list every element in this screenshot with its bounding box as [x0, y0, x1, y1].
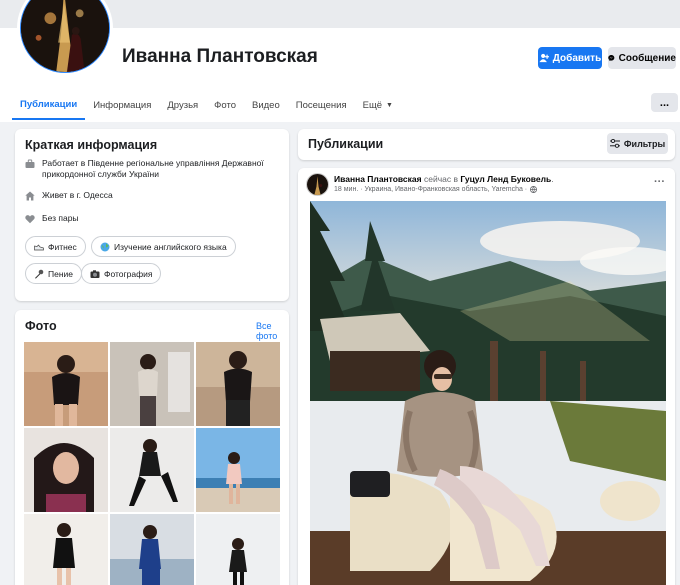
all-photos-link[interactable]: Все фото [256, 321, 289, 341]
intro-title: Краткая информация [25, 138, 158, 152]
tab-posts-label: Публикации [20, 98, 78, 110]
hobby-photography[interactable]: Фотография [81, 263, 162, 284]
hobby-label: Изучение английского языка [114, 241, 227, 252]
tab-posts[interactable]: Публикации [12, 90, 86, 120]
hobby-english[interactable]: Изучение английского языка [91, 236, 236, 257]
filters-button[interactable]: Фильтры [607, 133, 668, 154]
sliders-icon [609, 139, 620, 148]
more-options-button[interactable]: ... [651, 93, 678, 112]
message-button[interactable]: Сообщение [608, 47, 676, 69]
post-meta: 18 мин. · Украина, Ивано-Франковская обл… [334, 186, 538, 193]
work-row: Работает в Південне регіональне управлін… [25, 158, 275, 180]
post-place-suffix: . [551, 174, 554, 184]
post-header-line: Иванна Плантовская сейчас в Гуцул Ленд Б… [334, 174, 554, 184]
photo-thumbnail[interactable] [24, 428, 108, 512]
messenger-icon [608, 54, 615, 62]
hobby-fitness[interactable]: Фитнес [25, 236, 86, 257]
add-friend-button[interactable]: Добавить [538, 47, 602, 69]
microphone-icon [35, 269, 44, 279]
photo-thumbnail[interactable] [196, 428, 280, 512]
photo-thumbnail[interactable] [110, 514, 194, 585]
home-icon [25, 191, 35, 201]
profile-avatar[interactable] [17, 0, 113, 76]
post-meta-text[interactable]: 18 мин. · Украина, Ивано-Франковская обл… [334, 186, 527, 193]
profile-name: Иванна Плантовская [122, 46, 318, 67]
photo-thumbnail[interactable] [110, 428, 194, 512]
avatar-photo [21, 0, 109, 72]
camera-icon [90, 269, 100, 278]
post-menu-button[interactable]: ··· [654, 176, 665, 188]
hobby-singing[interactable]: Пение [25, 263, 83, 284]
post-action: сейчас в [421, 174, 461, 184]
lives-text: Живет в г. Одесса [42, 190, 113, 201]
post-place[interactable]: Гуцул Ленд Буковель [460, 174, 551, 184]
relationship-text: Без пары [42, 213, 79, 223]
heart-icon [25, 214, 35, 224]
photos-title: Фото [25, 319, 57, 333]
tab-videos[interactable]: Видео [244, 90, 288, 120]
tab-about[interactable]: Информация [85, 90, 159, 120]
tab-check-ins-label: Посещения [295, 99, 347, 111]
work-text[interactable]: Работает в Південне регіональне управлін… [42, 158, 275, 180]
hobby-label: Пение [48, 268, 74, 279]
posts-header-card: Публикации Фильтры [298, 129, 675, 160]
photo-grid [24, 342, 280, 585]
globe-icon [100, 242, 110, 251]
tab-check-ins[interactable]: Посещения [288, 90, 355, 120]
hobby-label: Фитнес [48, 241, 77, 252]
lives-row: Живет в г. Одесса [25, 190, 113, 201]
lives-prefix: Живет в г. [42, 190, 84, 200]
tab-friends-label: Друзья [167, 99, 199, 111]
posts-title: Публикации [308, 137, 384, 151]
tab-more[interactable]: Ещё ▼ [355, 90, 401, 120]
photo-thumbnail[interactable] [110, 342, 194, 426]
add-friend-icon [539, 53, 549, 63]
post-card: Иванна Плантовская сейчас в Гуцул Ленд Б… [298, 168, 675, 585]
caret-down-icon: ▼ [386, 101, 393, 109]
photo-thumbnail[interactable] [24, 342, 108, 426]
briefcase-icon [25, 159, 35, 169]
profile-tabs: Публикации Информация Друзья Фото Видео … [12, 90, 401, 120]
tab-more-label: Ещё [362, 99, 383, 111]
filters-label: Фильтры [623, 138, 666, 149]
photo-thumbnail[interactable] [24, 514, 108, 585]
post-author[interactable]: Иванна Плантовская [334, 174, 422, 184]
tab-photos[interactable]: Фото [206, 90, 244, 120]
lives-city-link[interactable]: Одесса [83, 190, 112, 200]
photos-card: Фото Все фото [15, 310, 289, 585]
photo-thumbnail[interactable] [196, 342, 280, 426]
profile-header: Иванна Плантовская Добавить Сообщение Пу… [0, 0, 680, 122]
intro-card: Краткая информация Работает в Південне р… [15, 129, 289, 301]
hobby-label: Фотография [104, 268, 153, 279]
post-photo[interactable] [310, 201, 666, 585]
post-author-avatar[interactable] [306, 173, 329, 196]
photo-thumbnail[interactable] [196, 514, 280, 585]
globe-small-icon [530, 186, 538, 193]
tab-about-label: Информация [93, 99, 152, 111]
message-label: Сообщение [618, 52, 676, 64]
tab-videos-label: Видео [252, 99, 280, 111]
relationship-row: Без пары [25, 213, 79, 224]
tab-friends[interactable]: Друзья [159, 90, 206, 120]
tab-photos-label: Фото [214, 99, 236, 111]
sneaker-icon [34, 243, 44, 250]
add-friend-label: Добавить [552, 52, 602, 64]
